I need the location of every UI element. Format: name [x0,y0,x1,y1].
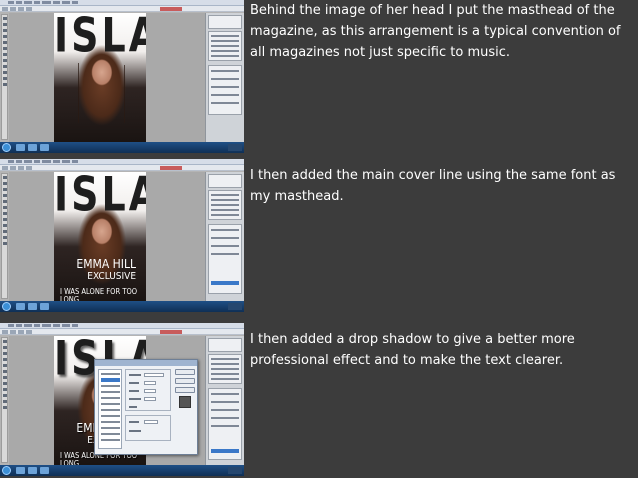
taskbar-item[interactable] [16,303,25,310]
drop-shadow-option[interactable] [101,378,120,382]
start-button[interactable] [2,143,11,152]
opacity-field[interactable] [144,381,156,385]
windows-taskbar [0,142,244,153]
options-bar[interactable] [0,6,244,12]
coverline-song: I WAS ALONE FOR TOO LONG [60,287,138,301]
angle-field[interactable] [144,389,156,393]
quality-group [125,415,171,441]
start-button[interactable] [2,466,11,475]
slide-row-2: ISLAND EMMA HILL EXCLUSIVE I WAS ALONE F… [0,159,638,318]
options-bar[interactable] [0,329,244,335]
options-bar[interactable] [0,165,244,171]
taskbar-item[interactable] [40,467,49,474]
distance-field[interactable] [144,397,156,401]
layers-panel[interactable] [205,13,244,142]
contour-field[interactable] [144,420,158,424]
slide-row-1: ISLAND Behind the image of her head I pu… [0,0,638,159]
tools-panel[interactable] [1,14,8,140]
masthead: ISLAND [54,13,146,63]
magazine-cover-document[interactable]: ISLAND EMMA HILL EXCLUSIVE I WAS ALONE F… [54,172,146,301]
taskbar-item[interactable] [28,303,37,310]
taskbar-item[interactable] [16,144,25,151]
masthead: ISLAND [54,172,146,222]
taskbar-item[interactable] [28,144,37,151]
coverline-name: EMMA HILL [76,257,136,271]
taskbar-item[interactable] [28,467,37,474]
workspace-button[interactable] [160,166,182,170]
selected-layer[interactable] [211,281,239,285]
slide-caption-2: I then added the main cover line using t… [250,168,616,204]
cancel-button[interactable] [175,378,195,384]
dialog-title-bar[interactable] [95,360,197,366]
layer-style-dialog[interactable] [94,359,198,455]
slide-row-3: ISLAND EMMA HILL EXCLUSIVE I WAS ALONE F… [0,323,638,478]
tools-panel[interactable] [1,173,8,299]
system-clock [228,144,242,151]
structure-group [125,369,171,411]
taskbar-item[interactable] [16,467,25,474]
start-button[interactable] [2,302,11,311]
coverline-exclusive: EXCLUSIVE [87,271,136,282]
taskbar-item[interactable] [40,303,49,310]
styles-list[interactable] [98,369,122,449]
workspace-button[interactable] [160,7,182,11]
slide-caption-3: I then added a drop shadow to give a bet… [250,332,575,368]
workspace-button[interactable] [160,330,182,334]
magazine-cover-document[interactable]: ISLAND [54,13,146,142]
new-style-button[interactable] [175,387,195,393]
ok-button[interactable] [175,369,195,375]
layers-panel[interactable] [205,336,244,465]
tools-panel[interactable] [1,337,8,463]
selected-layer[interactable] [211,449,239,453]
photoshop-screenshot-2: ISLAND EMMA HILL EXCLUSIVE I WAS ALONE F… [0,159,244,312]
layers-panel[interactable] [205,172,244,301]
photoshop-screenshot-1: ISLAND [0,0,244,153]
windows-taskbar [0,301,244,312]
taskbar-item[interactable] [40,144,49,151]
windows-taskbar [0,465,244,476]
blend-mode-field[interactable] [144,373,164,377]
system-clock [228,467,242,474]
photoshop-screenshot-3: ISLAND EMMA HILL EXCLUSIVE I WAS ALONE F… [0,323,244,476]
slide-caption-1: Behind the image of her head I put the m… [250,3,621,60]
style-preview [179,396,191,408]
system-clock [228,303,242,310]
